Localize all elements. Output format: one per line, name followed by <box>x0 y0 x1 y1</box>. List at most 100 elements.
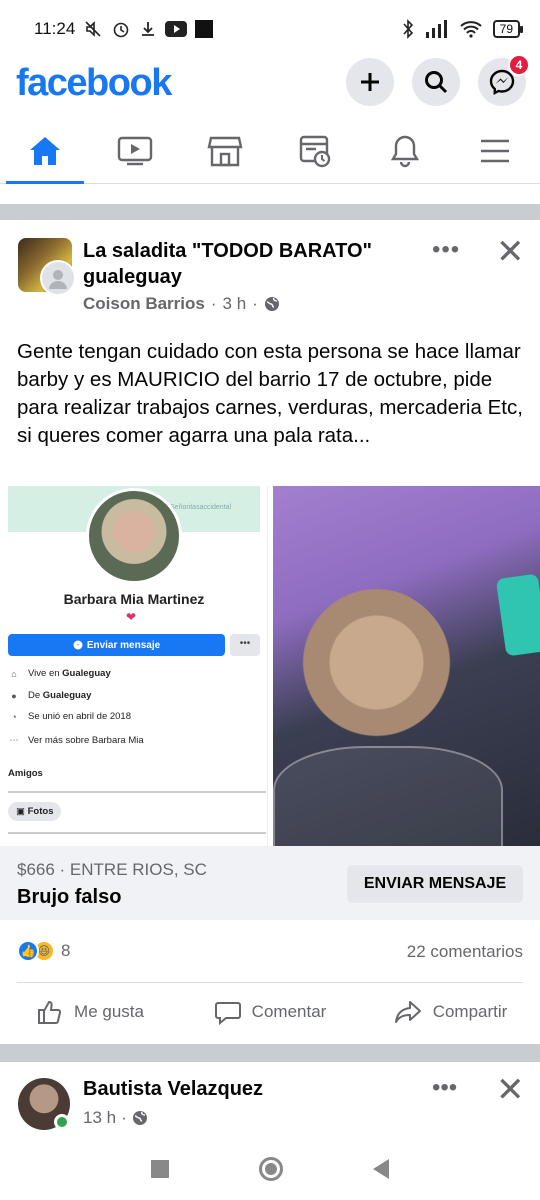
status-bar: 11:24 79 <box>0 0 540 58</box>
post-options-button[interactable]: ••• <box>432 236 460 264</box>
group-name[interactable]: La saladita "TODOD BARATO" gualeguay <box>83 238 403 290</box>
share-label: Compartir <box>432 1002 508 1021</box>
listing-title: Brujo falso <box>17 886 122 908</box>
more-dots-icon: ⋯ <box>9 735 19 745</box>
tab-notifications[interactable] <box>360 118 450 183</box>
home-icon: ⌂ <box>11 668 17 679</box>
post-time[interactable]: 3 h <box>223 294 247 314</box>
post-options-button[interactable]: ••• <box>432 1074 457 1102</box>
friends-label: Amigos <box>8 768 43 779</box>
send-message-button[interactable]: ENVIAR MENSAJE <box>347 865 523 903</box>
listing-bar: $666 · ENTRE RIOS, SC Brujo falso ENVIAR… <box>0 846 540 920</box>
mute-icon <box>85 21 101 37</box>
cover-caption: Señoritasaccidental <box>170 504 232 511</box>
post-time[interactable]: 13 h <box>83 1108 116 1128</box>
app-square-icon <box>195 20 214 38</box>
bluetooth-icon <box>403 19 413 39</box>
back-button[interactable] <box>373 1159 389 1179</box>
like-reaction-icon: 👍 <box>17 940 39 962</box>
globe-icon <box>264 297 279 311</box>
post-meta: Coison Barrios · 3 h · <box>83 294 280 314</box>
search-button[interactable] <box>412 58 460 106</box>
tab-marketplace[interactable] <box>180 118 270 183</box>
photos-chip: ▣ Fotos <box>8 802 62 821</box>
messenger-badge: 4 <box>508 54 530 76</box>
app-header: facebook 4 <box>0 54 540 108</box>
meta-separator: · <box>252 294 258 313</box>
plus-icon <box>361 73 379 91</box>
share-button[interactable]: Compartir <box>360 982 540 1042</box>
default-user-icon <box>49 270 67 289</box>
main-tabs <box>0 118 540 184</box>
comment-icon <box>214 1002 241 1026</box>
download-icon <box>142 22 155 36</box>
hide-post-button[interactable]: ✕ <box>496 232 525 272</box>
hamburger-menu-icon <box>481 139 509 162</box>
battery-indicator: 79 <box>492 20 524 38</box>
clock-icon: ◔ <box>11 711 17 722</box>
status-notification-icons <box>83 19 214 39</box>
messenger-icon <box>73 640 83 650</box>
screenshot-more-button: ••• <box>230 634 260 656</box>
tab-menu[interactable] <box>450 118 540 183</box>
video-icon <box>117 136 153 165</box>
share-icon <box>394 1001 421 1023</box>
location-pin-icon: ● <box>11 690 17 701</box>
like-label: Me gusta <box>74 1002 144 1021</box>
tab-watch[interactable] <box>90 118 180 183</box>
status-time: 11:24 <box>34 19 76 38</box>
signal-icon <box>425 20 447 38</box>
create-button[interactable] <box>346 58 394 106</box>
phone-in-photo <box>495 573 540 657</box>
info-from: ● De Gualeguay <box>8 690 91 701</box>
listing-price-location: $666 · ENTRE RIOS, SC <box>17 860 207 879</box>
group-avatar[interactable] <box>18 238 78 298</box>
post-actions: Me gusta Comentar Compartir <box>0 982 540 1042</box>
post-author[interactable]: Bautista Velazquez <box>83 1078 263 1101</box>
alarm-icon <box>113 22 129 38</box>
profile-photo <box>86 488 182 584</box>
info-joined: ◔ Se unió en abril de 2018 <box>8 711 131 722</box>
info-see-more: ⋯ Ver más sobre Barbara Mia <box>9 735 144 746</box>
tab-home[interactable] <box>0 118 90 184</box>
meta-separator: · <box>121 1108 127 1127</box>
reactions-count: 8 <box>61 941 71 960</box>
search-icon <box>425 71 448 94</box>
home-dot <box>265 1163 277 1175</box>
comment-button[interactable]: Comentar <box>180 982 360 1042</box>
youtube-icon <box>165 21 188 37</box>
post-meta: 13 h · <box>83 1108 148 1128</box>
divider <box>8 791 266 793</box>
memories-icon <box>299 135 331 167</box>
online-status-dot <box>54 1114 70 1130</box>
glass-in-photo <box>273 746 503 846</box>
post-author[interactable]: Coison Barrios <box>83 294 205 314</box>
profile-name: Barbara Mia Martinez <box>63 591 205 607</box>
next-feed-post: Bautista Velazquez 13 h · ••• ✕ <box>0 1062 540 1138</box>
hearts-emoji: ❤ <box>126 610 137 624</box>
thumbs-up-icon <box>38 1000 62 1024</box>
meta-separator: · <box>210 294 217 313</box>
post-image-photo[interactable] <box>273 486 540 846</box>
facebook-logo[interactable]: facebook <box>16 62 172 105</box>
home-button[interactable] <box>259 1157 283 1181</box>
home-icon <box>30 136 60 165</box>
post-image-profile-screenshot[interactable]: Señoritasaccidental Barbara Mia Martinez… <box>0 486 268 846</box>
bell-icon <box>390 135 420 167</box>
tab-memories[interactable] <box>270 118 360 183</box>
like-button[interactable]: Me gusta <box>0 982 180 1042</box>
recents-button[interactable] <box>151 1160 169 1178</box>
author-avatar <box>40 260 76 296</box>
hide-post-button[interactable]: ✕ <box>496 1070 525 1110</box>
messenger-button[interactable]: 4 <box>478 54 530 106</box>
post-text: Gente tengan cuidado con esta persona se… <box>17 340 523 447</box>
globe-icon <box>132 1111 147 1125</box>
reactions-summary[interactable]: 👍 😆 8 <box>17 940 70 962</box>
comments-count[interactable]: 22 comentarios <box>407 942 523 962</box>
system-navigation-bar <box>0 1138 540 1200</box>
comment-label: Comentar <box>251 1002 327 1021</box>
section-divider <box>0 204 540 220</box>
screenshot-message-button: Enviar mensaje <box>8 634 225 656</box>
person-in-photo <box>283 586 453 756</box>
info-lives-in: ⌂ Vive en Gualeguay <box>8 668 110 679</box>
